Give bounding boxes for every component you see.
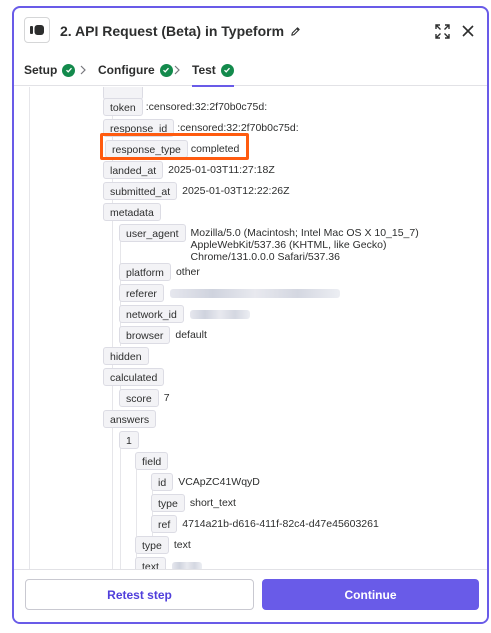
page-title: 2. API Request (Beta) in Typeform	[60, 23, 301, 39]
tree-row-network-id: network_id	[119, 304, 250, 324]
tree-value-field-type: short_text	[189, 497, 236, 509]
tree-key-field-type[interactable]: type	[151, 494, 185, 512]
tree-row-answer-index: 1	[119, 430, 139, 450]
tree-row-answers: answers	[103, 409, 157, 429]
tree-value-browser: default	[175, 329, 207, 341]
tree-key-calculated[interactable]: calculated	[103, 368, 165, 386]
tree-key-landed-at[interactable]: landed_at	[103, 161, 164, 179]
redacted-value	[189, 310, 250, 319]
tree-row-submitted-at: submitted_at 2025-01-03T12:22:26Z	[103, 181, 290, 201]
tree-value-platform: other	[175, 266, 200, 278]
tree-value-field-ref: 4714a21b-d616-411f-82c4-d47e45603261	[182, 518, 379, 530]
tree-value-score: 7	[163, 392, 170, 404]
tree-key-answer-index[interactable]: 1	[119, 431, 139, 449]
panel-footer: Retest step Continue	[14, 569, 487, 622]
tree-value-field-id: VCApZC41WqyD	[178, 476, 260, 488]
tree-key-field[interactable]: field	[135, 452, 169, 470]
tree-key-answers[interactable]: answers	[103, 410, 157, 428]
tree-value-submitted-at: 2025-01-03T12:22:26Z	[182, 185, 290, 197]
tree-key-referer[interactable]: referer	[119, 284, 164, 302]
tree-guide-line	[29, 87, 30, 573]
tree-guide-line	[120, 436, 121, 573]
continue-button[interactable]: Continue	[262, 579, 479, 610]
test-step-panel: 2. API Request (Beta) in Typeform Setup	[12, 6, 489, 624]
tab-setup[interactable]: Setup	[24, 54, 76, 86]
pencil-icon[interactable]	[290, 26, 301, 37]
tab-label: Setup	[24, 63, 58, 77]
tree-value-answer-type: text	[173, 539, 191, 551]
tree-key-browser[interactable]: browser	[119, 326, 171, 344]
page-title-text: 2. API Request (Beta) in Typeform	[60, 23, 285, 39]
tab-configure[interactable]: Configure	[98, 54, 173, 86]
tree-key-submitted-at[interactable]: submitted_at	[103, 182, 178, 200]
tree-row-hidden: hidden	[103, 346, 149, 366]
tree-row-metadata: metadata	[103, 202, 161, 222]
tab-label: Test	[192, 63, 216, 77]
tree-key-user-agent[interactable]: user_agent	[119, 224, 186, 242]
tree-key-platform[interactable]: platform	[119, 263, 171, 281]
tree-row-field: field	[135, 451, 169, 471]
tree-row-browser: browser default	[119, 325, 207, 345]
test-result-tree[interactable]: token :censored:32:2f70b0c75d: response_…	[14, 87, 487, 573]
tree-value-response-id: :censored:32:2f70b0c75d:	[177, 122, 299, 134]
tree-value-landed-at: 2025-01-03T11:27:18Z	[168, 164, 275, 176]
expand-icon[interactable]	[433, 22, 451, 40]
tree-key-network-id[interactable]: network_id	[119, 305, 184, 323]
tree-key-field-ref[interactable]: ref	[151, 515, 178, 533]
tab-label: Configure	[98, 63, 155, 77]
tree-key-hidden[interactable]: hidden	[103, 347, 149, 365]
tree-row-referer: referer	[119, 283, 340, 303]
tree-row-field-id: id VCApZC41WqyD	[151, 472, 260, 492]
tree-key-score[interactable]: score	[119, 389, 159, 407]
chevron-right-icon	[77, 63, 89, 77]
highlight-annotation	[100, 133, 249, 160]
tree-key-field-id[interactable]: id	[151, 473, 174, 491]
redacted-value	[169, 289, 340, 298]
chevron-right-icon	[171, 63, 183, 77]
tree-row-user-agent: user_agent Mozilla/5.0 (Macintosh; Intel…	[119, 223, 468, 265]
tree-row-token: token :censored:32:2f70b0c75d:	[103, 97, 267, 117]
tree-row-answer-type: type text	[135, 535, 191, 555]
tree-row-field-ref: ref 4714a21b-d616-411f-82c4-d47e45603261	[151, 514, 379, 534]
tree-key-answer-type[interactable]: type	[135, 536, 169, 554]
tree-key-token[interactable]: token	[103, 98, 143, 116]
tree-value-token: :censored:32:2f70b0c75d:	[145, 101, 268, 113]
app-icon	[24, 17, 50, 43]
close-icon[interactable]	[459, 22, 477, 40]
tree-row-calculated: calculated	[103, 367, 165, 387]
tree-key-metadata[interactable]: metadata	[103, 203, 161, 221]
check-icon	[220, 63, 234, 77]
tree-value-user-agent: Mozilla/5.0 (Macintosh; Intel Mac OS X 1…	[190, 227, 419, 263]
panel-header: 2. API Request (Beta) in Typeform	[14, 8, 487, 54]
tree-row-platform: platform other	[119, 262, 200, 282]
tab-test[interactable]: Test	[192, 54, 234, 87]
tree-row-field-type: type short_text	[151, 493, 236, 513]
step-tabs: Setup Configure Test	[14, 54, 487, 87]
tree-row-score: score 7	[119, 388, 170, 408]
retest-step-button[interactable]: Retest step	[25, 579, 254, 610]
tree-row-landed-at: landed_at 2025-01-03T11:27:18Z	[103, 160, 275, 180]
check-icon	[62, 63, 76, 77]
